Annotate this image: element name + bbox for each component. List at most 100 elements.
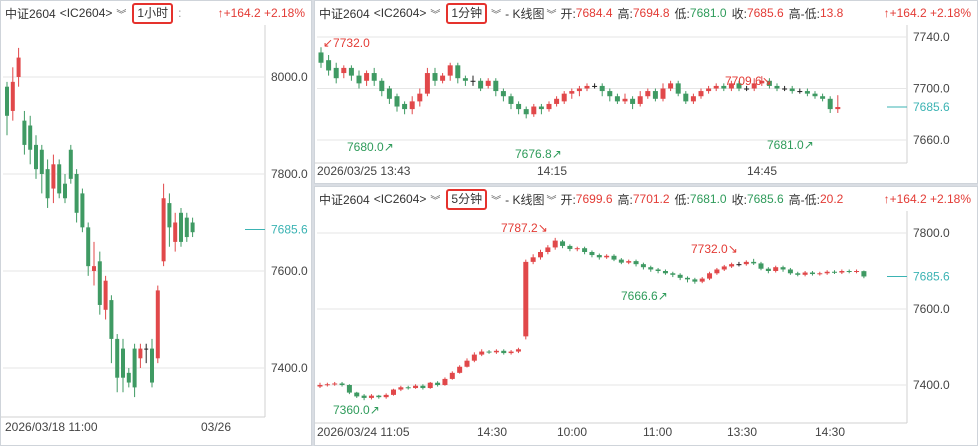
x-tick-label: 14:15 (537, 164, 567, 178)
candle-body (751, 261, 757, 264)
chart-header: 中证2604 <IC2604> ︾ 1分钟 ︾ - K线图 ︾ 开: 7684.… (315, 1, 977, 25)
close-value: 7685.6 (746, 6, 784, 20)
candle-body (683, 93, 689, 102)
range-label: 高-低: (788, 6, 820, 21)
double-chevron-down-icon[interactable]: ︾ (430, 192, 440, 207)
symbol-name[interactable]: 中证2604 (5, 5, 56, 22)
low-value: 7681.0 (689, 6, 727, 20)
candle-body (552, 240, 558, 248)
double-chevron-down-icon[interactable]: ︾ (546, 6, 556, 21)
x-tick-label: 13:30 (727, 425, 757, 439)
candle-body (677, 274, 683, 278)
y-tick-label: 7800.0 (271, 167, 308, 181)
candle-body (150, 348, 154, 383)
candle-body (820, 96, 826, 99)
candle-body (440, 75, 446, 81)
candle-body (420, 385, 426, 389)
candle-body (318, 52, 324, 63)
candle-body (479, 351, 485, 355)
candle-body (515, 349, 521, 352)
candle-body (560, 241, 566, 246)
candle-body (376, 395, 382, 398)
double-chevron-down-icon[interactable]: ︾ (116, 6, 126, 21)
candle-body (92, 266, 96, 271)
candle-body (442, 378, 448, 385)
chart-kind-label[interactable]: - K线图 (505, 191, 544, 208)
candle-body (797, 91, 803, 93)
range-value: 20.2 (819, 192, 844, 206)
candle-body (74, 174, 79, 213)
symbol-name[interactable]: 中证2604 (319, 191, 370, 208)
candle-body (63, 183, 67, 199)
high-label: 高: (617, 6, 633, 21)
double-chevron-down-icon[interactable]: ︾ (430, 6, 440, 21)
candle-body (368, 395, 374, 398)
x-tick-label: 14:45 (747, 164, 777, 178)
candle-body (10, 81, 15, 111)
close-label: 收: (731, 192, 747, 207)
period-selector[interactable]: 1小时 (132, 2, 174, 24)
price-annotation: ↙7732.0 (323, 36, 370, 50)
candle-body (379, 80, 385, 92)
high-value: 7694.8 (632, 6, 670, 20)
candle-body (161, 198, 166, 262)
symbol-code[interactable]: <IC2604> (374, 192, 427, 206)
symbol-code[interactable]: <IC2604> (374, 6, 427, 20)
price-annotation: 7709.6↘ (725, 74, 772, 88)
candle-body (435, 382, 441, 385)
candle-body (173, 222, 178, 242)
candle-body (538, 252, 543, 258)
candle-body (333, 67, 339, 79)
candle-body (167, 203, 172, 228)
candlestick-chart-5m[interactable]: 7800.0 7600.0 7400.0 7685.6 2026/03/24 11:05… (315, 211, 978, 446)
candle-body (707, 273, 713, 279)
candle-body (554, 98, 560, 104)
symbol-code[interactable]: <IC2604> (60, 6, 113, 20)
symbol-name[interactable]: 中证2604 (319, 5, 370, 22)
candlestick-chart-1h[interactable]: 8000.0 7800.0 7600.0 7400.0 7685.6 2026/03/18… (1, 25, 312, 446)
candle-body (637, 96, 643, 104)
chart-kind-label[interactable]: - K线图 (505, 5, 544, 22)
candle-body (447, 65, 453, 76)
candle-body (523, 109, 529, 115)
candle-body (773, 267, 779, 271)
candle-body (68, 149, 73, 179)
candle-body (501, 350, 507, 354)
candle-body (394, 96, 400, 107)
candle-body (531, 106, 537, 115)
high-label: 高: (617, 192, 633, 207)
price-annotation: 7787.2↘ (501, 221, 548, 235)
candle-body (545, 247, 551, 252)
candle-body (692, 279, 698, 282)
candle-body (464, 360, 470, 367)
candle-body (714, 269, 720, 274)
chart-panel-1h: 中证2604 <IC2604> ︾ 1小时 : ↑+164.2 +2.18% 8… (0, 0, 312, 446)
double-chevron-down-icon[interactable]: ︾ (491, 6, 501, 21)
candle-body (824, 271, 830, 274)
candle-body (371, 73, 377, 81)
x-tick-label: 14:30 (815, 425, 845, 439)
candle-body (802, 272, 808, 275)
chart-panel-1m: 中证2604 <IC2604> ︾ 1分钟 ︾ - K线图 ︾ 开: 7684.… (314, 0, 978, 184)
candle-body (486, 351, 492, 353)
double-chevron-down-icon[interactable]: ︾ (491, 192, 501, 207)
candle-body (780, 267, 786, 270)
candle-body (729, 264, 735, 267)
candle-body (787, 269, 793, 274)
chart-header: 中证2604 <IC2604> ︾ 5分钟 ︾ - K线图 ︾ 开: 7699.… (315, 187, 977, 211)
period-selector[interactable]: 1分钟 (446, 2, 488, 24)
candle-body (567, 245, 573, 249)
candle-body (457, 366, 463, 373)
candle-body (839, 271, 845, 273)
candle-body (508, 96, 514, 104)
y-tick-label: 7400.0 (913, 378, 950, 392)
double-chevron-down-icon[interactable]: ︾ (546, 192, 556, 207)
candle-body (364, 73, 370, 81)
low-value: 7681.0 (689, 192, 727, 206)
period-selector[interactable]: 5分钟 (446, 188, 488, 210)
price-annotation: 7680.0↗ (347, 140, 394, 154)
candlestick-chart-1m[interactable]: 7740.0 7700.0 7660.0 7685.6 2026/03/25 13:43… (315, 25, 978, 184)
candle-body (652, 91, 658, 99)
candle-body (317, 385, 323, 387)
x-tick-label: 10:00 (557, 425, 587, 439)
